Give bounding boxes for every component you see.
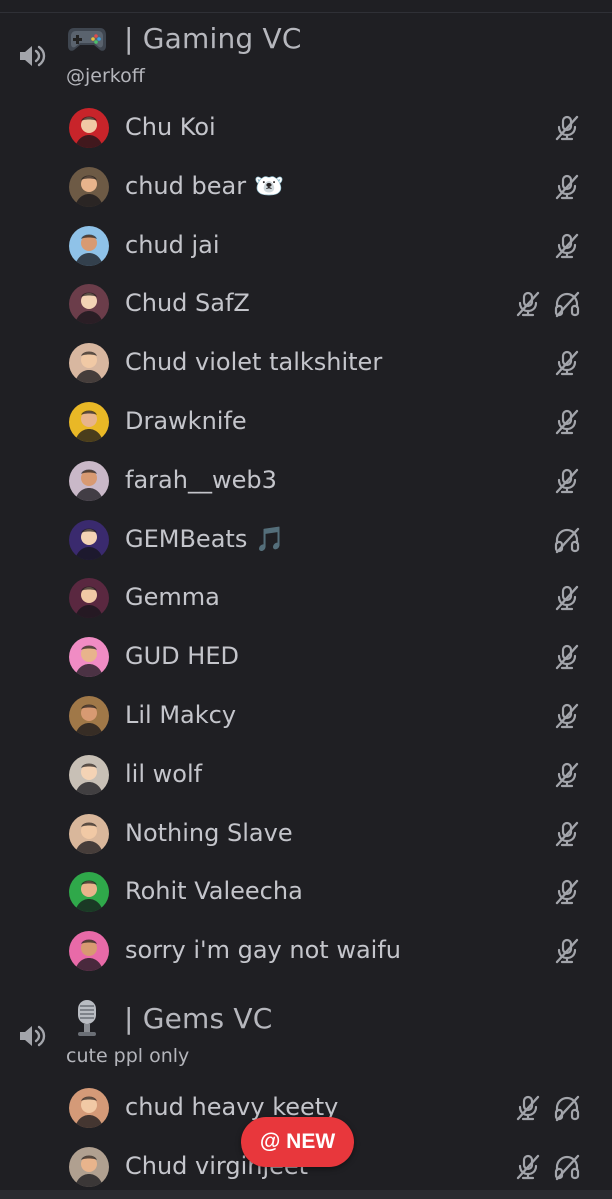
member-name-text: Gemma	[125, 583, 220, 612]
top-divider	[0, 12, 612, 13]
channel-status: @jerkoff	[66, 65, 145, 87]
new-mentions-label: @ NEW	[259, 1130, 336, 1153]
headphones-deafened-icon	[553, 1094, 581, 1122]
voice-member[interactable]: Gemma	[0, 570, 612, 628]
member-name: sorry i'm gay not waifu	[125, 936, 401, 964]
voice-member[interactable]: Rohit Valeecha	[0, 864, 612, 922]
headphones-deafened-icon	[553, 1153, 581, 1181]
mic-muted-icon	[553, 878, 581, 906]
voice-member[interactable]: lil wolf	[0, 747, 612, 805]
voice-member[interactable]: GUD HED	[0, 629, 612, 687]
avatar	[69, 519, 109, 560]
avatar	[69, 460, 109, 501]
mic-muted-icon	[553, 702, 581, 730]
mic-muted-icon	[514, 290, 542, 318]
member-name-text: farah__web3	[125, 465, 277, 494]
voice-member[interactable]: chud jai	[0, 218, 612, 276]
member-name: lil wolf	[125, 760, 202, 788]
member-name: GEMBeats 🎵	[125, 525, 285, 553]
voice-member[interactable]: sorry i'm gay not waifu	[0, 923, 612, 981]
voice-member[interactable]: Chu Koi	[0, 100, 612, 158]
voice-member[interactable]: GEMBeats 🎵	[0, 512, 612, 570]
avatar	[69, 402, 109, 442]
voice-member[interactable]: chud bear 🐻‍❄️	[0, 159, 612, 217]
member-name-text: GUD HED	[125, 642, 239, 671]
member-emoji: 🎵	[255, 524, 286, 553]
avatar	[69, 1088, 109, 1128]
mic-muted-icon	[553, 349, 581, 377]
channel-status: cute ppl only	[66, 1045, 190, 1067]
mic-muted-icon	[553, 467, 581, 495]
avatar	[69, 108, 109, 148]
member-name: Drawknife	[125, 407, 247, 435]
member-name-text: GEMBeats	[125, 524, 248, 553]
avatar	[69, 284, 109, 325]
member-name: farah__web3	[125, 466, 277, 494]
mic-muted-icon	[553, 408, 581, 436]
voice-member[interactable]: farah__web3	[0, 453, 612, 511]
avatar	[69, 1146, 109, 1187]
bottom-divider	[0, 1190, 612, 1199]
speaker-icon	[16, 40, 48, 72]
member-name: Chu Koi	[125, 113, 216, 141]
member-name: Gemma	[125, 583, 220, 611]
avatar	[69, 637, 109, 678]
member-name: chud jai	[125, 231, 220, 259]
avatar	[69, 813, 109, 854]
member-name-text: chud bear	[125, 171, 247, 200]
voice-member[interactable]: Chud SafZ	[0, 276, 612, 334]
member-name: Rohit Valeecha	[125, 877, 303, 905]
mic-muted-icon	[553, 643, 581, 671]
voice-member[interactable]: Chud violet talkshiter	[0, 335, 612, 393]
avatar	[69, 696, 109, 736]
mic-muted-icon	[553, 937, 581, 965]
member-name-text: Chud SafZ	[125, 289, 250, 318]
new-mentions-button[interactable]: @ NEW	[241, 1117, 354, 1167]
member-name: chud bear 🐻‍❄️	[125, 172, 284, 200]
voice-member[interactable]: Lil Makcy	[0, 688, 612, 746]
member-name-text: Drawknife	[125, 407, 247, 435]
headphones-deafened-icon	[553, 526, 581, 554]
member-name-text: Nothing Slave	[125, 818, 293, 847]
member-name: Chud violet talkshiter	[125, 348, 382, 376]
avatar	[69, 872, 109, 913]
avatar	[69, 931, 109, 972]
channel-title[interactable]: | Gaming VC	[124, 22, 302, 55]
channel-title[interactable]: | Gems VC	[124, 1002, 273, 1035]
member-name: Chud SafZ	[125, 289, 250, 317]
member-name-text: chud jai	[125, 230, 220, 259]
mic-muted-icon	[553, 173, 581, 201]
member-name-text: lil wolf	[125, 759, 203, 788]
microphone-icon	[66, 998, 108, 1038]
member-name: GUD HED	[125, 642, 239, 670]
mic-muted-icon	[514, 1153, 542, 1181]
mic-muted-icon	[553, 584, 581, 612]
member-name-text: Chu Koi	[125, 113, 216, 141]
voice-member[interactable]: Nothing Slave	[0, 806, 612, 864]
headphones-deafened-icon	[553, 290, 581, 318]
avatar	[69, 166, 109, 207]
speaker-icon	[16, 1020, 48, 1052]
member-name: Nothing Slave	[125, 819, 293, 847]
member-name-text: Lil Makcy	[125, 701, 237, 729]
mic-muted-icon	[514, 1094, 542, 1122]
mic-muted-icon	[553, 114, 581, 142]
avatar	[69, 225, 109, 266]
member-name-text: Rohit Valeecha	[125, 877, 303, 906]
voice-member[interactable]: Drawknife	[0, 394, 612, 452]
member-name: Lil Makcy	[125, 701, 236, 729]
member-name-text: Chud violet talkshiter	[125, 348, 383, 377]
avatar	[69, 578, 109, 619]
member-name-text: sorry i'm gay not waifu	[125, 936, 401, 965]
member-emoji: 🐻‍❄️	[254, 171, 284, 200]
avatar	[69, 343, 109, 384]
mic-muted-icon	[553, 232, 581, 260]
avatar	[69, 754, 109, 795]
game-controller-icon	[66, 18, 108, 58]
mic-muted-icon	[553, 820, 581, 848]
mic-muted-icon	[553, 761, 581, 789]
